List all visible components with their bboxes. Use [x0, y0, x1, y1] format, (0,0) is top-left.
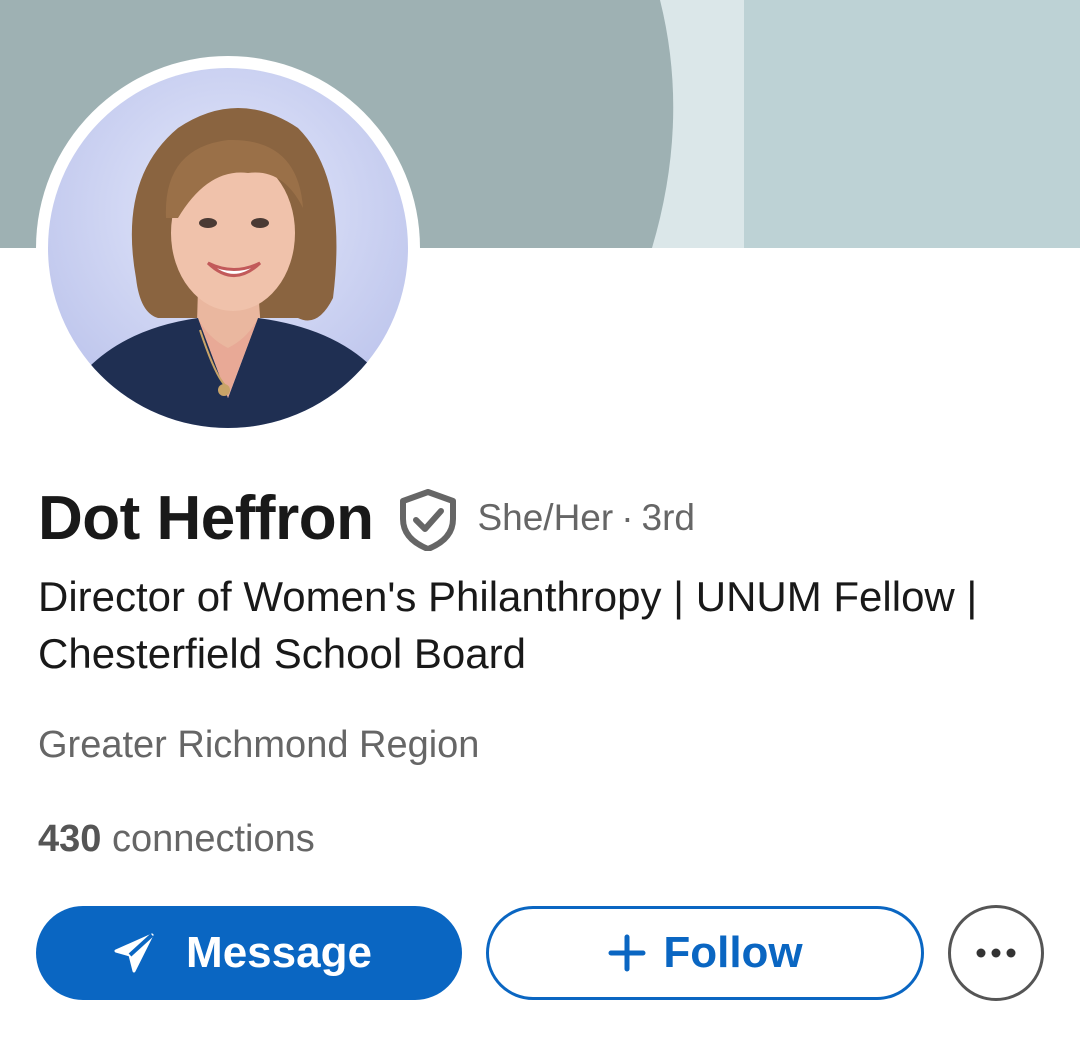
connections-summary[interactable]: 430 connections: [38, 818, 315, 861]
follow-button[interactable]: Follow: [486, 906, 924, 1000]
connections-count: 430: [38, 818, 102, 860]
profile-photo[interactable]: [36, 56, 420, 440]
message-label: Message: [186, 928, 372, 977]
shield-check-icon[interactable]: [399, 489, 457, 551]
plus-icon: [608, 934, 646, 972]
more-actions-button[interactable]: [948, 905, 1044, 1001]
avatar: [48, 68, 408, 428]
name-row: Dot Heffron She/Her · 3rd: [38, 476, 695, 560]
follow-label: Follow: [663, 928, 803, 977]
pronouns: She/Her: [477, 497, 614, 538]
avatar-portrait: [48, 68, 408, 428]
meta-separator: ·: [621, 497, 634, 538]
profile-location: Greater Richmond Region: [38, 724, 480, 766]
profile-headline: Director of Women's Philanthropy | UNUM …: [38, 573, 978, 677]
message-button[interactable]: Message: [36, 906, 462, 1000]
profile-meta: She/Her · 3rd: [477, 497, 695, 539]
more-horizontal-icon: [976, 948, 1016, 958]
profile-name: Dot Heffron: [38, 483, 374, 553]
connection-degree: 3rd: [641, 497, 695, 538]
send-icon: [114, 933, 154, 973]
connections-label: connections: [111, 818, 315, 860]
